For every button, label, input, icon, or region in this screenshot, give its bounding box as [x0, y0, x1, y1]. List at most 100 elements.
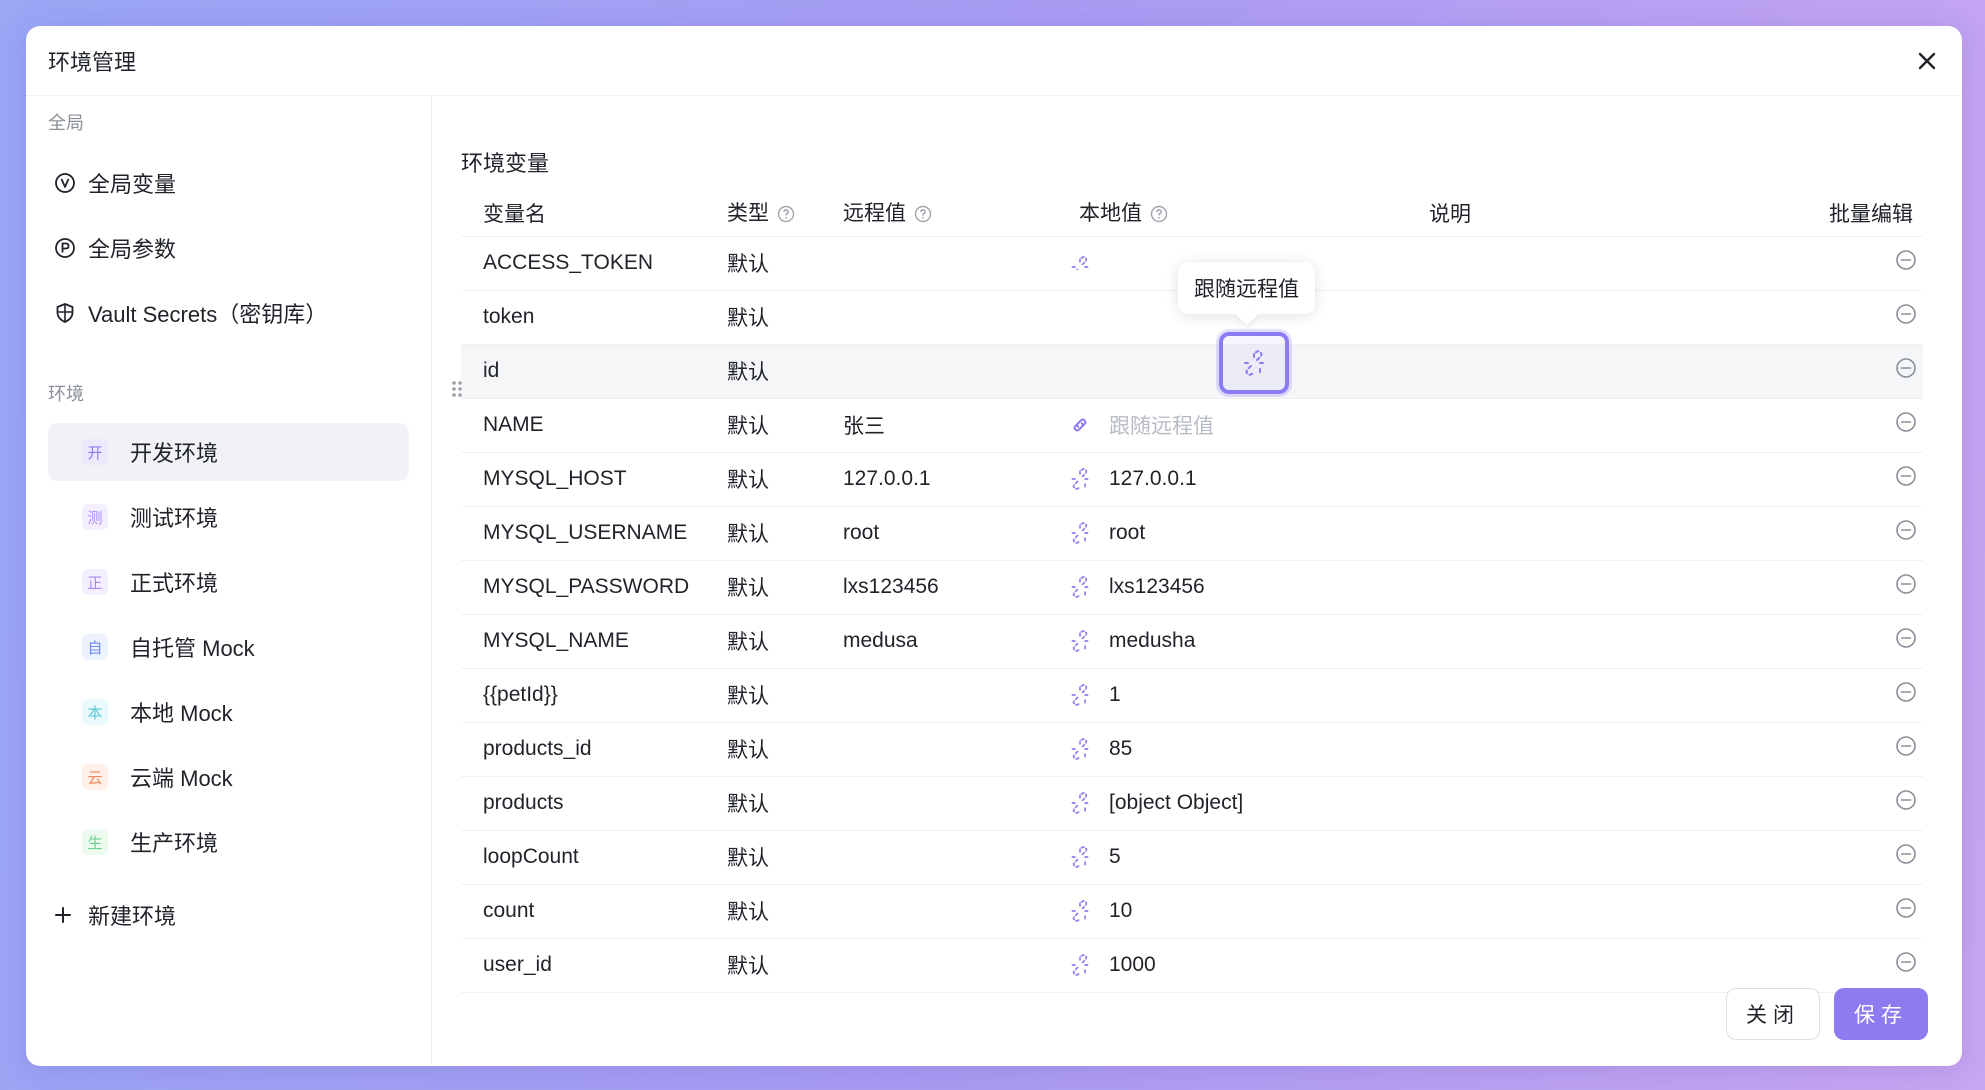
description-cell[interactable] — [1407, 884, 1607, 939]
variable-name-cell[interactable]: ACCESS_TOKEN — [461, 236, 705, 291]
local-value-input[interactable]: root — [1109, 521, 1145, 545]
description-cell[interactable] — [1407, 614, 1607, 669]
remote-value-cell[interactable]: 张三 — [821, 398, 1057, 453]
remote-value-cell[interactable] — [821, 236, 1057, 291]
local-value-input[interactable]: 1 — [1109, 683, 1121, 707]
type-cell[interactable]: 默认 — [705, 776, 821, 831]
variable-name-cell[interactable]: NAME — [461, 398, 705, 453]
help-icon[interactable] — [1150, 205, 1168, 229]
description-cell[interactable] — [1407, 344, 1607, 399]
close-icon[interactable] — [1912, 46, 1942, 76]
table-row[interactable]: MYSQL_NAME 默认 medusa medusha — [461, 614, 1923, 669]
unlink-toggle[interactable] — [1057, 738, 1105, 760]
remote-value-cell[interactable]: medusa — [821, 614, 1057, 669]
variable-name-cell[interactable]: count — [461, 884, 705, 939]
remote-value-cell[interactable]: lxs123456 — [821, 560, 1057, 615]
local-value-input[interactable]: [object Object] — [1109, 791, 1243, 815]
remove-row-button[interactable] — [1607, 830, 1923, 885]
unlink-toggle[interactable] — [1057, 900, 1105, 922]
variable-name-cell[interactable]: token — [461, 290, 705, 345]
remote-value-cell[interactable]: root — [821, 506, 1057, 561]
unlink-toggle[interactable] — [1057, 468, 1105, 490]
type-cell[interactable]: 默认 — [705, 344, 821, 399]
variable-name-cell[interactable]: MYSQL_PASSWORD — [461, 560, 705, 615]
description-cell[interactable] — [1407, 668, 1607, 723]
table-row[interactable]: loopCount 默认 5 — [461, 830, 1923, 885]
remove-row-button[interactable] — [1607, 776, 1923, 831]
sidebar-item-env-1[interactable]: 测测试环境 — [48, 488, 409, 546]
unlink-toggle[interactable] — [1057, 684, 1105, 706]
variable-name-cell[interactable]: MYSQL_USERNAME — [461, 506, 705, 561]
variable-name-cell[interactable]: MYSQL_HOST — [461, 452, 705, 507]
remove-row-button[interactable] — [1607, 614, 1923, 669]
unlink-toggle[interactable] — [1057, 954, 1105, 976]
table-row[interactable]: MYSQL_HOST 默认 127.0.0.1 127.0.0.1 — [461, 452, 1923, 507]
sidebar-item-global-1[interactable]: 全局参数 — [48, 215, 409, 280]
local-value-input[interactable]: 跟随远程值 — [1109, 410, 1214, 440]
type-cell[interactable]: 默认 — [705, 668, 821, 723]
table-row[interactable]: {{petId}} 默认 1 — [461, 668, 1923, 723]
table-row[interactable]: products_id 默认 85 — [461, 722, 1923, 777]
description-cell[interactable] — [1407, 452, 1607, 507]
variable-name-cell[interactable]: {{petId}} — [461, 668, 705, 723]
table-row[interactable]: NAME 默认 张三 跟随远程值 — [461, 398, 1923, 453]
local-value-input[interactable]: lxs123456 — [1109, 575, 1205, 599]
variable-name-cell[interactable]: products_id — [461, 722, 705, 777]
description-cell[interactable] — [1407, 938, 1607, 993]
remove-row-button[interactable] — [1607, 290, 1923, 345]
table-row[interactable]: count 默认 10 — [461, 884, 1923, 939]
type-cell[interactable]: 默认 — [705, 290, 821, 345]
remote-value-cell[interactable] — [821, 884, 1057, 939]
type-cell[interactable]: 默认 — [705, 722, 821, 777]
local-value-input[interactable]: 10 — [1109, 899, 1132, 923]
variable-name-cell[interactable]: user_id — [461, 938, 705, 993]
type-cell[interactable]: 默认 — [705, 614, 821, 669]
remove-row-button[interactable] — [1607, 398, 1923, 453]
remove-row-button[interactable] — [1607, 722, 1923, 777]
remote-value-cell[interactable] — [821, 722, 1057, 777]
sidebar-item-global-2[interactable]: Vault Secrets（密钥库） — [48, 280, 409, 345]
remove-row-button[interactable] — [1607, 344, 1923, 399]
sidebar-item-env-2[interactable]: 正正式环境 — [48, 553, 409, 611]
local-value-input[interactable]: 5 — [1109, 845, 1121, 869]
sidebar-item-env-0[interactable]: 开开发环境 — [48, 423, 409, 481]
save-button[interactable]: 保存 — [1834, 988, 1928, 1040]
description-cell[interactable] — [1407, 722, 1607, 777]
remove-row-button[interactable] — [1607, 884, 1923, 939]
table-row[interactable]: products 默认 [object Object] — [461, 776, 1923, 831]
type-cell[interactable]: 默认 — [705, 398, 821, 453]
description-cell[interactable] — [1407, 776, 1607, 831]
close-button[interactable]: 关闭 — [1726, 988, 1820, 1040]
variable-name-cell[interactable]: id — [461, 344, 705, 399]
unlink-toggle-focused[interactable] — [1219, 332, 1289, 394]
remote-value-cell[interactable] — [821, 290, 1057, 345]
help-icon[interactable] — [777, 205, 795, 229]
remote-value-cell[interactable] — [821, 776, 1057, 831]
remote-value-cell[interactable] — [821, 938, 1057, 993]
remove-row-button[interactable] — [1607, 236, 1923, 291]
table-row[interactable]: MYSQL_PASSWORD 默认 lxs123456 lxs123456 — [461, 560, 1923, 615]
remote-value-cell[interactable] — [821, 830, 1057, 885]
type-cell[interactable]: 默认 — [705, 452, 821, 507]
type-cell[interactable]: 默认 — [705, 236, 821, 291]
type-cell[interactable]: 默认 — [705, 938, 821, 993]
unlink-toggle[interactable] — [1057, 414, 1105, 436]
description-cell[interactable] — [1407, 560, 1607, 615]
variable-name-cell[interactable]: products — [461, 776, 705, 831]
remote-value-cell[interactable] — [821, 344, 1057, 399]
description-cell[interactable] — [1407, 830, 1607, 885]
remove-row-button[interactable] — [1607, 938, 1923, 993]
local-value-input[interactable]: 1000 — [1109, 953, 1156, 977]
unlink-toggle[interactable] — [1057, 792, 1105, 814]
remote-value-cell[interactable] — [821, 668, 1057, 723]
sidebar-item-env-6[interactable]: 生生产环境 — [48, 813, 409, 871]
remove-row-button[interactable] — [1607, 560, 1923, 615]
unlink-toggle[interactable] — [1057, 630, 1105, 652]
type-cell[interactable]: 默认 — [705, 884, 821, 939]
type-cell[interactable]: 默认 — [705, 506, 821, 561]
unlink-toggle[interactable] — [1057, 256, 1105, 270]
remove-row-button[interactable] — [1607, 668, 1923, 723]
variable-name-cell[interactable]: MYSQL_NAME — [461, 614, 705, 669]
description-cell[interactable] — [1407, 290, 1607, 345]
unlink-toggle[interactable] — [1057, 846, 1105, 868]
